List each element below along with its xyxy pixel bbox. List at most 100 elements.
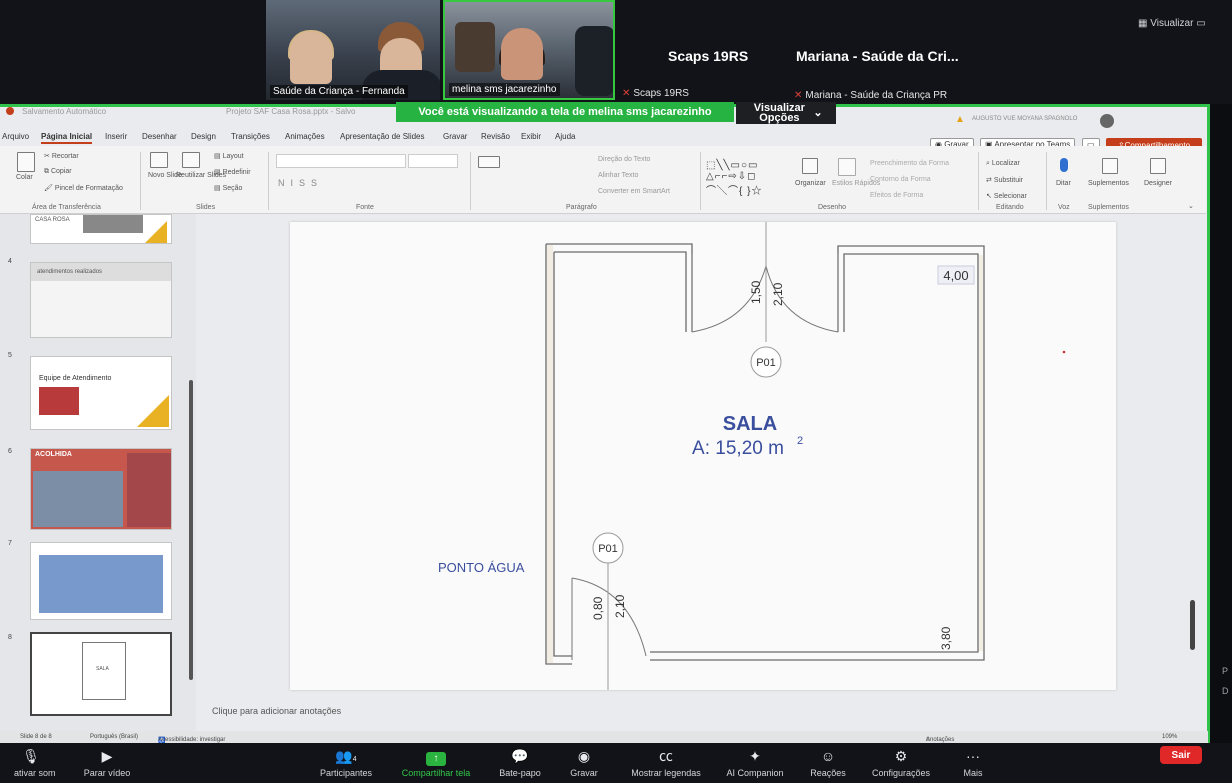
menu-pagina-inicial[interactable]: Página Inicial xyxy=(41,132,93,144)
group-label: Editando xyxy=(996,204,1024,211)
slide-thumbnail[interactable]: Equipe de Atendimento xyxy=(30,356,172,430)
separator xyxy=(1046,152,1047,210)
slide-thumbnail[interactable]: ACOLHIDA xyxy=(30,448,172,530)
align-text-button[interactable]: Alinhar Texto xyxy=(598,172,638,179)
microphone-icon: 🎙 xyxy=(22,748,40,764)
room-name: SALA xyxy=(723,413,777,435)
language-status[interactable]: Português (Brasil) xyxy=(90,734,138,740)
chat-button[interactable]: 💬 Bate-papo xyxy=(496,747,544,778)
more-button[interactable]: ··· Mais xyxy=(958,747,988,778)
thumbnail-scrollbar[interactable] xyxy=(189,380,193,680)
slide-thumbnail[interactable] xyxy=(30,542,172,620)
quick-styles-button[interactable]: Estilos Rápidos xyxy=(832,180,880,187)
menu-arquivo[interactable]: Arquivo xyxy=(2,132,29,141)
paste-button[interactable]: Colar xyxy=(16,174,33,181)
room-area: A: 15,20 m xyxy=(692,438,784,459)
participant-tile-fernanda[interactable]: Saúde da Criança - Fernanda xyxy=(266,0,440,100)
quick-styles-icon[interactable] xyxy=(838,158,856,176)
slide-thumbnail[interactable]: CASA ROSA xyxy=(30,214,172,244)
section-button[interactable]: ▤ Seção xyxy=(214,184,242,192)
record-button[interactable]: ◉ Gravar xyxy=(566,747,602,778)
bullets-icon[interactable] xyxy=(478,156,500,168)
leave-button[interactable]: Sair xyxy=(1160,746,1202,764)
menu-desenhar[interactable]: Desenhar xyxy=(142,132,177,141)
menu-gravar[interactable]: Gravar xyxy=(443,132,467,141)
dictate-button[interactable]: Ditar xyxy=(1056,180,1071,187)
addins-button[interactable]: Suplementos xyxy=(1088,180,1129,187)
menu-exibir[interactable]: Exibir xyxy=(521,132,541,141)
layout-button[interactable]: ▤ Layout xyxy=(214,152,244,160)
menu-transicoes[interactable]: Transições xyxy=(231,132,270,141)
participant-tile-sub: ✕ Scaps 19RS xyxy=(622,88,689,99)
chat-icon: 💬 xyxy=(511,748,529,764)
share-arrow-icon: ↑ xyxy=(426,752,446,766)
video-button[interactable]: ▶ Parar vídeo xyxy=(80,747,134,778)
slide-thumbnails-pane: CASA ROSA 4 atendimentos realizados 5 Eq… xyxy=(0,214,196,736)
paste-icon[interactable] xyxy=(17,152,35,172)
participants-button[interactable]: 👥4 Participantes xyxy=(316,747,376,778)
menu-revisao[interactable]: Revisão xyxy=(481,132,510,141)
find-button[interactable]: ⌕ Localizar xyxy=(986,160,1020,168)
smartart-button[interactable]: Converter em SmartArt xyxy=(598,188,670,195)
format-painter-button[interactable]: 🖌 Pincel de Formatação xyxy=(44,184,123,192)
reset-button[interactable]: ▤ Redefinir xyxy=(214,168,251,176)
avatar[interactable] xyxy=(1100,114,1114,128)
cut-button[interactable]: ✂ Recortar xyxy=(44,152,79,160)
new-slide-icon[interactable] xyxy=(150,152,168,168)
arrange-button[interactable]: Organizar xyxy=(795,180,826,187)
menu-ajuda[interactable]: Ajuda xyxy=(555,132,575,141)
select-button[interactable]: ↖ Selecionar xyxy=(986,192,1027,200)
microphone-icon[interactable] xyxy=(1060,158,1068,172)
group-label: Suplementos xyxy=(1088,204,1129,211)
ppt-ribbon: Colar ✂ Recortar ⧉ Copiar 🖌 Pincel de Fo… xyxy=(0,146,1206,214)
font-size-dropdown[interactable] xyxy=(408,154,458,168)
group-label: Área de Transferência xyxy=(32,204,101,211)
ai-companion-button[interactable]: ✦ AI Companion xyxy=(722,747,788,778)
share-screen-button[interactable]: ↑ Compartilhar tela xyxy=(396,747,476,778)
text-direction-button[interactable]: Direção do Texto xyxy=(598,156,650,163)
menu-apresentacao[interactable]: Apresentação de Slides xyxy=(340,132,425,141)
view-options-button[interactable]: Visualizar Opções ⌄ xyxy=(736,102,836,124)
new-slide-button[interactable]: Novo Slide xyxy=(148,172,182,179)
reactions-button[interactable]: ☺ Reações xyxy=(808,747,848,778)
more-dots-icon: ··· xyxy=(966,748,980,764)
reuse-slides-button[interactable]: Reutilizar Slides xyxy=(176,172,226,179)
sparkle-icon: ✦ xyxy=(749,748,761,764)
font-format-buttons[interactable]: NISS xyxy=(278,178,323,188)
participant-tile-melina[interactable]: melina sms jacarezinho xyxy=(443,0,615,100)
slide-thumbnail[interactable]: atendimentos realizados xyxy=(30,262,172,338)
addins-icon[interactable] xyxy=(1102,158,1118,174)
slide-number: 4 xyxy=(8,258,12,265)
slide-thumbnail-selected[interactable]: SALA xyxy=(30,632,172,716)
designer-button[interactable]: Designer xyxy=(1144,180,1172,187)
reuse-slides-icon[interactable] xyxy=(182,152,200,168)
notes-placeholder[interactable]: Clique para adicionar anotações xyxy=(212,706,341,716)
shape-outline-button[interactable]: Contorno da Forma xyxy=(870,176,931,183)
shape-fill-button[interactable]: Preenchimento da Forma xyxy=(870,160,949,167)
dimension-height: 3,80 xyxy=(939,626,953,650)
copy-icon: ⧉ xyxy=(44,168,51,175)
replace-button[interactable]: ⇄ Substituir xyxy=(986,176,1023,184)
participant-tile-title[interactable]: Mariana - Saúde da Cri... xyxy=(796,48,959,64)
arrange-icon[interactable] xyxy=(802,158,818,174)
copy-button[interactable]: ⧉ Copiar xyxy=(44,168,72,176)
mute-button[interactable]: 🎙 ativar som xyxy=(14,747,56,778)
menu-inserir[interactable]: Inserir xyxy=(105,132,127,141)
collapse-ribbon-icon[interactable]: ⌄ xyxy=(1188,202,1194,210)
view-layout-button[interactable]: ▦ Visualizar ▭ xyxy=(1138,18,1206,29)
settings-button[interactable]: ⚙ Configurações xyxy=(868,747,934,778)
side-text: D xyxy=(1222,686,1229,696)
font-name-dropdown[interactable] xyxy=(276,154,406,168)
designer-icon[interactable] xyxy=(1150,158,1166,174)
wall-fill xyxy=(547,245,553,663)
zoom-level[interactable]: 109% xyxy=(1162,734,1177,740)
slide-number: 7 xyxy=(8,540,12,547)
captions-button[interactable]: ㏄ Mostrar legendas xyxy=(626,747,706,778)
participant-tile-title[interactable]: Scaps 19RS xyxy=(668,48,748,64)
room-area-sup: 2 xyxy=(797,435,803,447)
shape-effects-button[interactable]: Efeitos de Forma xyxy=(870,192,923,199)
slide-scrollbar[interactable] xyxy=(1190,600,1195,650)
menu-animacoes[interactable]: Animações xyxy=(285,132,325,141)
shapes-gallery[interactable]: ⬚╲╲▭○▭ △⌐⌐⇨⇩◻ ⌒╲⌒{ }☆ xyxy=(706,160,762,197)
menu-design[interactable]: Design xyxy=(191,132,216,141)
